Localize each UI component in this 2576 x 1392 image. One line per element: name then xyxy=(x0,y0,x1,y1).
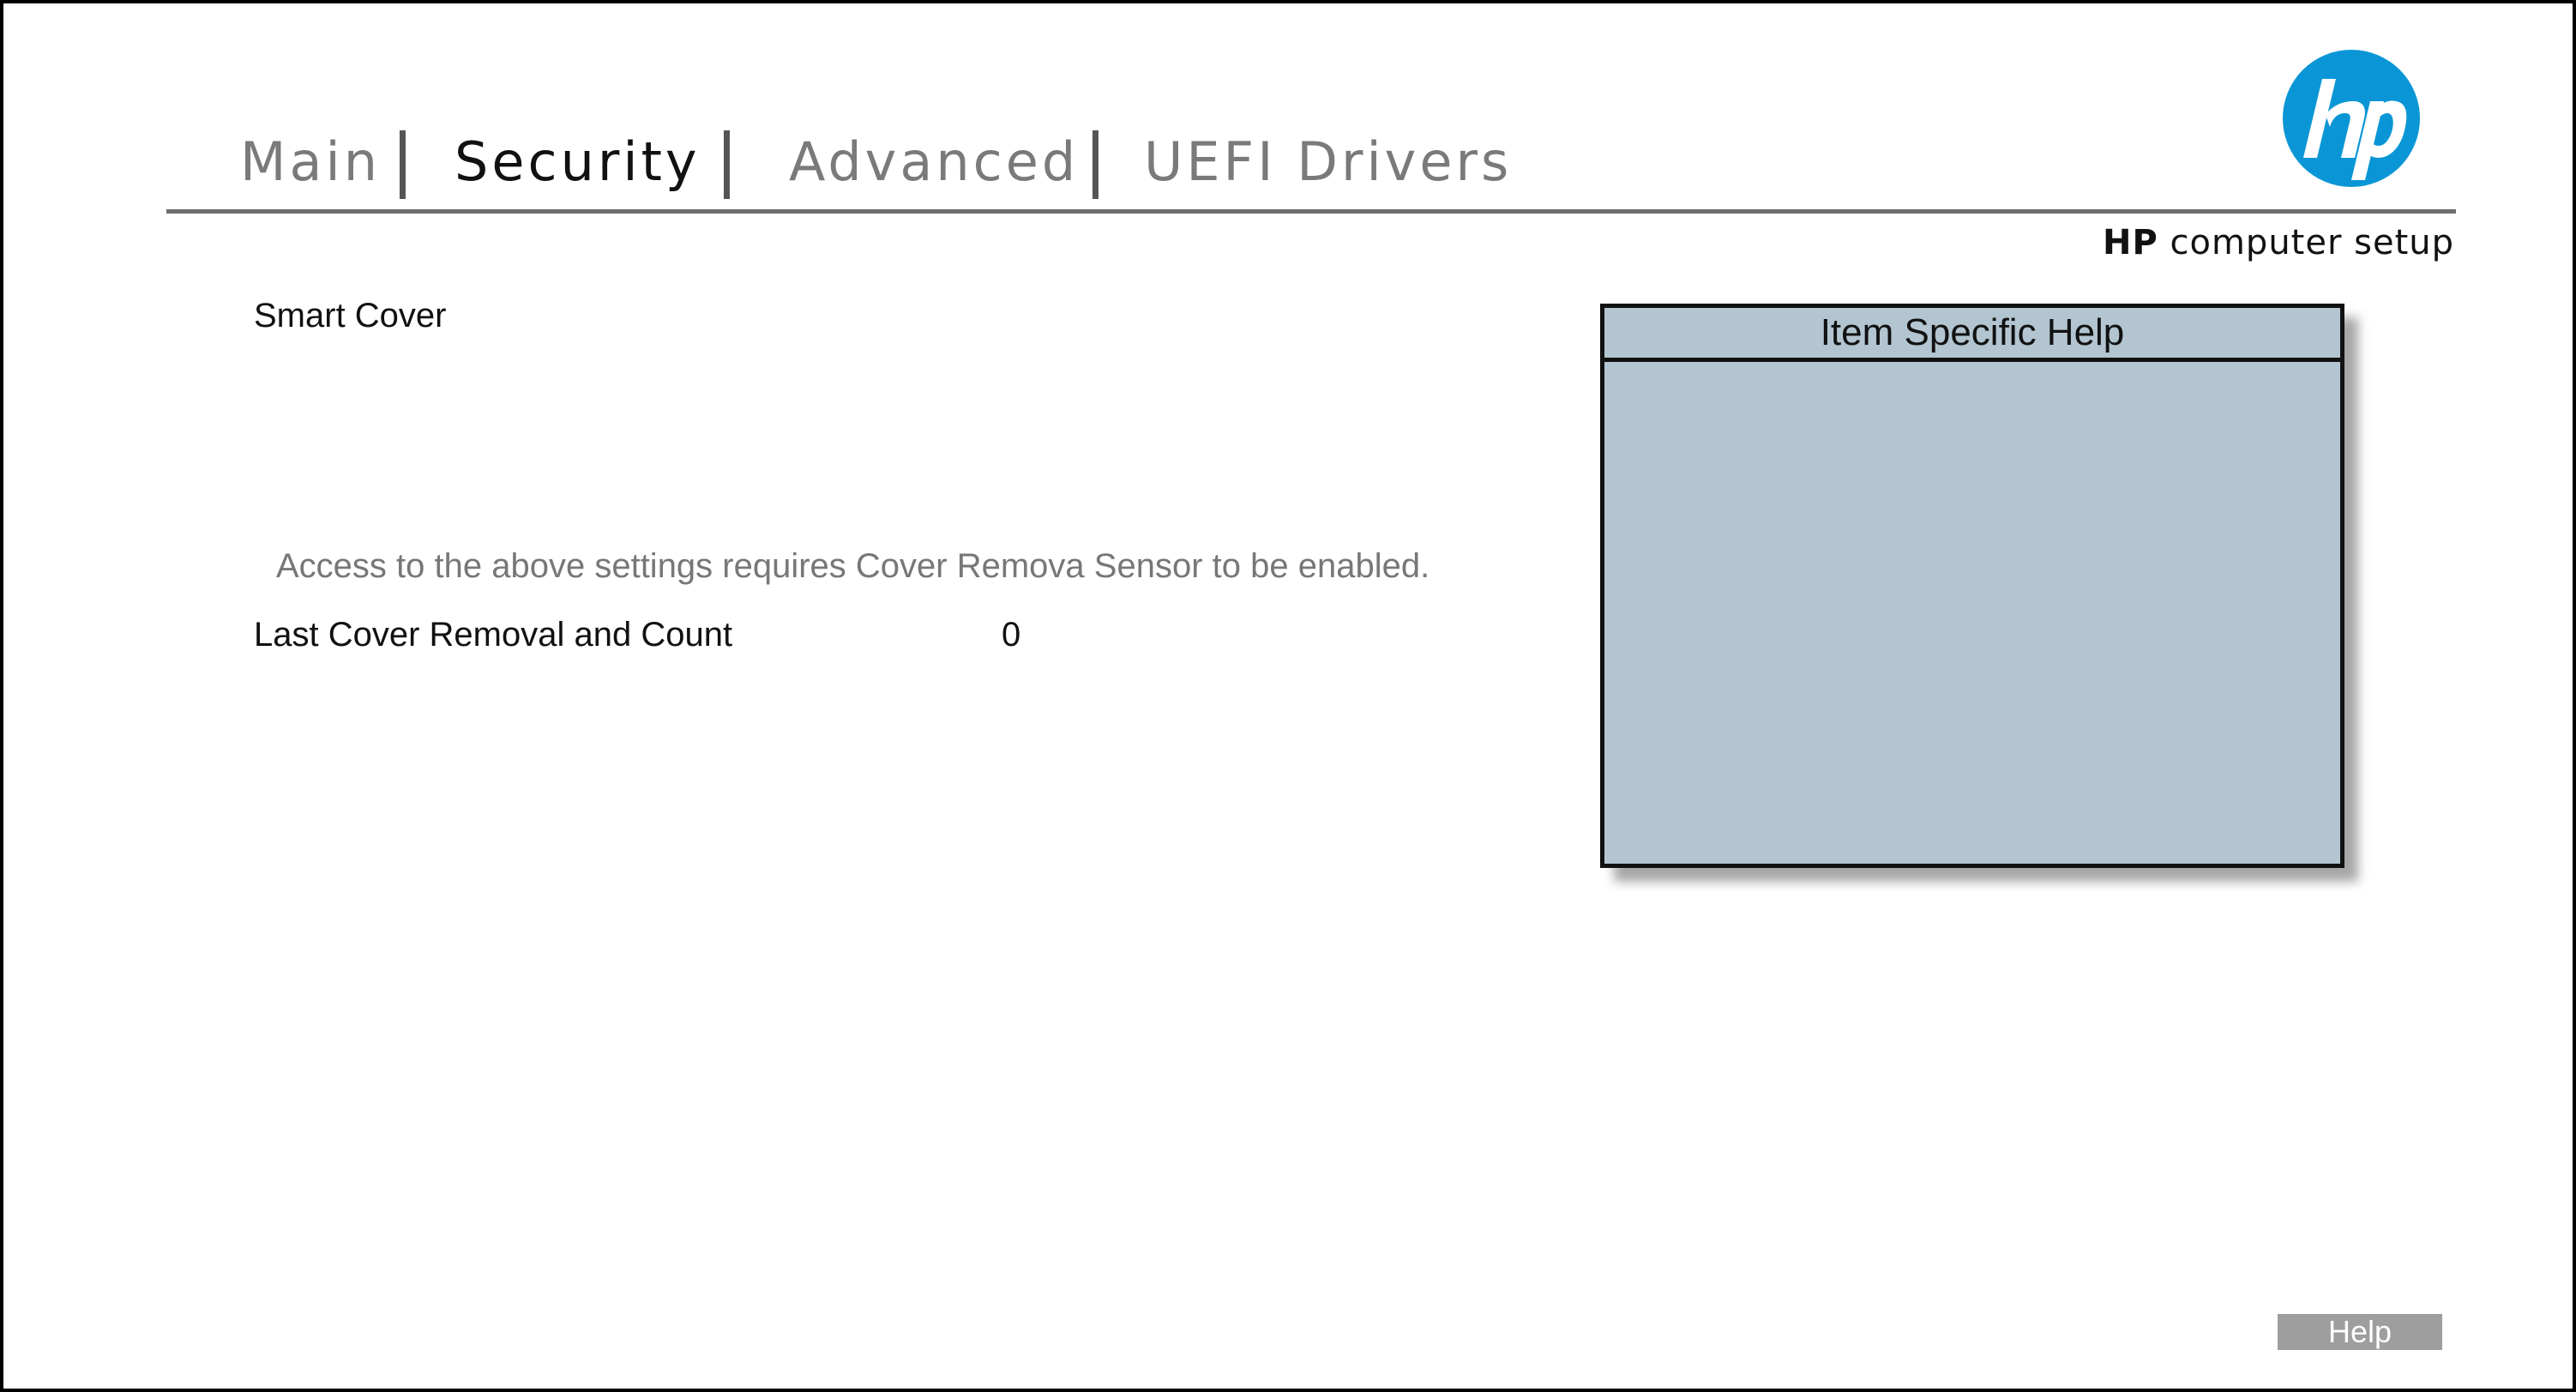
brand-caption: HP computer setup xyxy=(2103,223,2454,262)
cover-sensor-note: Access to the above settings requires Co… xyxy=(276,547,1430,585)
header-divider xyxy=(166,209,2456,214)
section-title: Smart Cover xyxy=(254,297,447,334)
help-button[interactable]: Help xyxy=(2278,1314,2442,1350)
hp-logo-icon xyxy=(2283,50,2420,187)
brand-text: computer setup xyxy=(2170,223,2454,262)
help-panel-title: Item Specific Help xyxy=(1604,308,2340,362)
tab-bar: Main Security Advanced UEFI Drivers xyxy=(3,124,1547,201)
tab-security[interactable]: Security xyxy=(454,124,701,201)
item-specific-help-panel: Item Specific Help xyxy=(1600,304,2344,868)
bios-setup-screen: Main Security Advanced UEFI Drivers HP c… xyxy=(0,0,2576,1392)
tab-separator xyxy=(400,130,406,199)
tab-uefi-drivers[interactable]: UEFI Drivers xyxy=(1144,124,1512,201)
brand-hp: HP xyxy=(2102,223,2158,262)
tab-main[interactable]: Main xyxy=(240,124,381,201)
tab-advanced[interactable]: Advanced xyxy=(789,124,1079,201)
tab-separator xyxy=(1092,130,1098,199)
last-cover-removal-label[interactable]: Last Cover Removal and Count xyxy=(254,616,732,654)
tab-separator xyxy=(724,130,730,199)
last-cover-removal-value: 0 xyxy=(1002,616,1021,654)
